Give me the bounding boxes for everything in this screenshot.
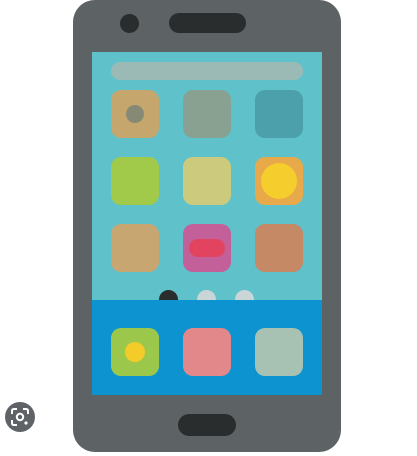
front-camera-icon [120, 14, 139, 33]
dock-app-icon-2 [183, 328, 231, 376]
app-icon-6-sun [261, 163, 297, 199]
app-icon-9 [255, 224, 303, 272]
dock-app-icon-1 [111, 328, 159, 376]
app-icon-3 [255, 90, 303, 138]
app-icon-1 [111, 90, 159, 138]
app-icon-4 [111, 157, 159, 205]
phone-screen [92, 52, 322, 395]
app-icon-2 [183, 90, 231, 138]
dock-app-icon-3 [255, 328, 303, 376]
dock [92, 300, 322, 395]
app-icon-1-dot [126, 105, 144, 123]
app-icon-8 [183, 224, 231, 272]
home-button [178, 414, 236, 436]
app-icon-5 [183, 157, 231, 205]
app-icon-6 [255, 157, 303, 205]
app-icon-8-pill [189, 239, 225, 257]
lens-glyph-icon [11, 408, 29, 426]
google-lens-icon[interactable] [0, 397, 40, 437]
app-icon-7 [111, 224, 159, 272]
search-bar [111, 62, 303, 80]
dock-app-icon-1-dot [125, 342, 145, 362]
speaker-grille [169, 13, 246, 33]
